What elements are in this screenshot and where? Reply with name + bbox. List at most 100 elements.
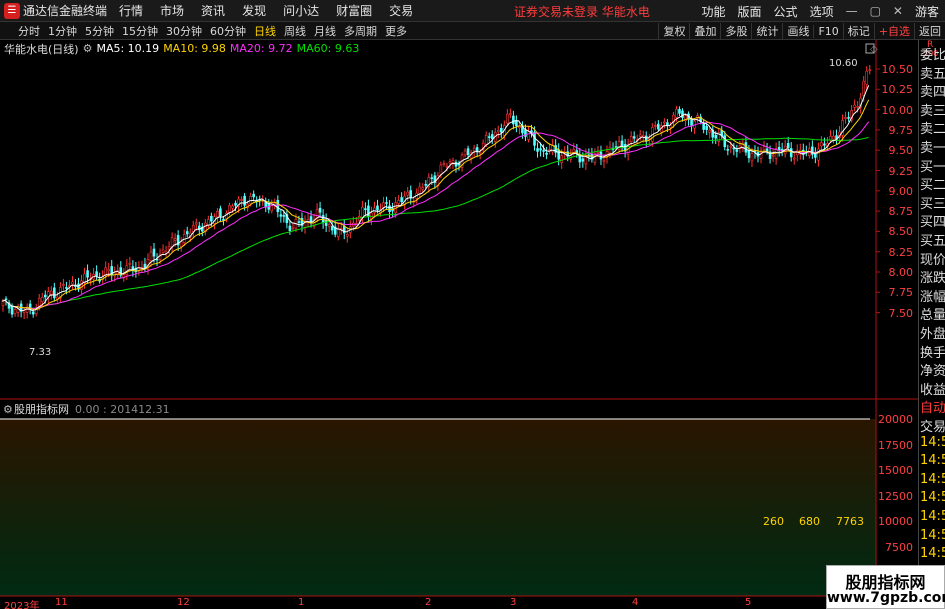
candle-body: [856, 106, 859, 108]
quote-item[interactable]: 14:56: [920, 435, 945, 450]
date-tick: 2023年: [4, 601, 40, 609]
quote-item: 买三: [920, 196, 945, 212]
quote-item: 涨跌: [920, 271, 945, 287]
candle-body: [4, 298, 8, 301]
candle-body: [814, 153, 817, 158]
gear-icon[interactable]: ⚙: [3, 403, 13, 416]
quote-item: 卖二: [920, 122, 945, 138]
indicator-header: ⚙ 股朋指标网 0.00 : 201412.31: [0, 401, 170, 417]
candle-body: [675, 108, 678, 118]
candle-body: [490, 134, 494, 139]
candle-body: [572, 149, 576, 153]
candle-body: [515, 120, 518, 127]
candle-body: [53, 287, 56, 299]
quote-item[interactable]: 14:56: [920, 472, 945, 487]
date-tick: 12: [177, 597, 190, 608]
candle-body: [231, 205, 234, 209]
candle-body: [499, 128, 503, 133]
ma10-label: MA10: 9.98: [163, 42, 226, 55]
candle-body: [152, 248, 156, 257]
candle-body: [385, 202, 388, 204]
price-tick: 10.50: [881, 63, 914, 76]
quote-item[interactable]: 14:56: [920, 453, 945, 468]
candle-body: [406, 191, 409, 196]
ma5-label: MA5: 10.19: [96, 42, 160, 55]
candle-body: [832, 135, 835, 140]
quote-item: 涨幅: [920, 289, 945, 305]
date-tick: 11: [55, 597, 68, 608]
candle-body: [868, 69, 872, 72]
candle-body: [654, 125, 657, 127]
candle-body: [22, 310, 26, 313]
candle-body: [708, 130, 711, 133]
candle-body: [496, 129, 500, 133]
candle-body: [723, 135, 727, 148]
candle-body: [792, 157, 796, 160]
candle-body: [327, 224, 331, 227]
candle-body: [40, 297, 44, 302]
candle-body: [539, 148, 542, 151]
candle-body: [173, 238, 177, 241]
candle-body: [512, 115, 515, 125]
candle-body: [735, 149, 739, 152]
candle-body: [844, 117, 847, 119]
candle-body: [657, 123, 660, 130]
candle-body: [107, 269, 110, 272]
app-window: ☰ 通达信金融终端 行情 市场 资讯 发现 问小达 财富圈 交易 证券交易未登录…: [0, 0, 945, 609]
candle-body: [95, 271, 98, 277]
quote-item: 总量: [920, 308, 945, 324]
candle-body: [865, 70, 869, 85]
candle-body: [382, 202, 385, 208]
candle-body: [185, 231, 189, 235]
candle-body: [527, 131, 530, 140]
candle-body: [472, 147, 476, 152]
indicator-number: 680: [799, 515, 820, 528]
ma20-line: [1, 121, 870, 309]
price-tick: 9.75: [888, 123, 914, 137]
candle-body: [37, 298, 41, 307]
candle-body: [364, 208, 367, 210]
candle-body: [729, 145, 733, 148]
candle-body: [282, 215, 286, 217]
candle-body: [557, 149, 560, 160]
candle-body: [506, 113, 509, 124]
quote-item: 买五: [920, 234, 945, 249]
quote-item[interactable]: 14:56: [920, 509, 945, 524]
candle-body: [315, 209, 319, 219]
candle-body: [560, 155, 564, 163]
candle-body: [418, 186, 422, 194]
candle-body: [747, 150, 751, 159]
candle-body: [726, 149, 730, 151]
quote-item[interactable]: 14:56: [920, 528, 945, 543]
quote-item[interactable]: 交易: [920, 416, 945, 435]
quote-item[interactable]: 自动: [920, 397, 945, 416]
price-tick: 8.50: [888, 225, 914, 239]
quote-item: 净资: [920, 364, 945, 380]
candle-body: [439, 164, 443, 175]
candle-body: [13, 309, 17, 314]
candle-body: [762, 146, 766, 150]
quote-item: 卖一: [920, 141, 945, 156]
stock-title: 华能水电(日线): [4, 42, 79, 56]
low-price-label: 7.33: [29, 347, 52, 358]
quote-item[interactable]: 14:56: [920, 490, 945, 505]
watermark-url: www.7gpzb.com: [827, 590, 945, 606]
candle-body: [62, 284, 65, 286]
candle-body: [421, 187, 425, 190]
candle-body: [330, 226, 334, 231]
candle-body: [345, 233, 349, 237]
date-tick: 3: [510, 597, 517, 608]
candle-body: [732, 147, 736, 150]
candle-body: [207, 219, 210, 226]
indicator-tick: 10000: [878, 515, 913, 528]
gear-icon[interactable]: ⚙: [83, 42, 93, 55]
quote-item[interactable]: 14:56: [920, 546, 945, 561]
price-tick: 9.00: [888, 184, 914, 198]
ma-info-line: 华能水电(日线) ⚙ MA5: 10.19 MA10: 9.98 MA20: 9…: [0, 41, 363, 56]
candle-body: [167, 246, 171, 250]
candle-body: [632, 136, 636, 139]
candle-body: [448, 161, 452, 164]
candle-body: [596, 151, 600, 154]
quote-item: 外盘: [920, 327, 945, 342]
candle-body: [361, 206, 364, 218]
